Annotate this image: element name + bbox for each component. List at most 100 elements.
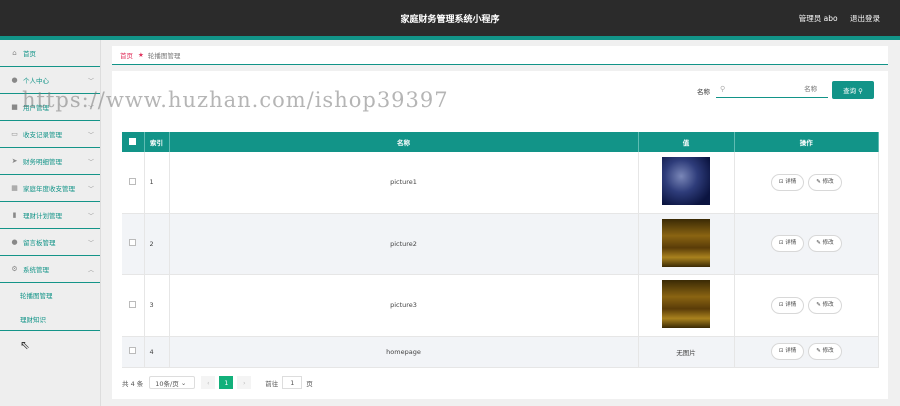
header-value: 值 [638,132,735,152]
sidebar-subitem[interactable]: 轮播图管理 [0,283,100,307]
detail-button[interactable]: ⊡ 详情 [770,173,805,191]
current-user[interactable]: 管理员 abo [799,14,838,23]
sidebar-item-label: 理财计划管理 [23,212,62,220]
search-field: ⚲ [716,81,828,98]
edit-button-label: 修改 [822,348,834,354]
search-label: 名称 [697,88,710,96]
chevron-down-icon: ﹀ [87,77,94,85]
pagination: 共 4 条 10条/页 ⌄ ‹ 1 › 前往 1 页 [122,376,313,389]
logout-link[interactable]: 退出登录 [850,14,880,23]
sidebar-item-label: 家庭年度收支管理 [23,185,75,193]
select-all-header [122,132,145,152]
detail-button-label: 详情 [785,301,797,308]
top-accent-line [0,36,900,40]
cell-value-wrap: 无图片 [638,336,735,368]
page-number[interactable]: 1 [219,376,234,389]
prev-page-button[interactable]: ‹ [201,376,216,389]
header-name: 名称 [169,132,639,152]
location-icon: ● [11,238,18,246]
row-select [122,213,145,275]
edit-button-label: 修改 [822,178,834,185]
sidebar-item[interactable]: ⚙ 系统管理 ︿ [0,256,100,283]
chevron-down-icon: ﹀ [87,239,94,247]
app-title: 家庭财务管理系统小程序 [400,15,500,25]
document-icon: ■ [11,103,18,111]
row-select [122,336,145,368]
cell-value-wrap [638,152,735,214]
page-size-value: 10条/页 [155,379,179,388]
row-checkbox[interactable] [129,347,137,354]
breadcrumb-home[interactable]: 首页 [120,50,133,60]
thumbnail-image [662,157,710,206]
row-checkbox[interactable] [129,239,137,246]
edit-button[interactable]: ✎ 修改 [808,296,842,314]
chevron-down-icon: ﹀ [87,212,94,220]
sidebar-item[interactable]: ● 留言板管理 ﹀ [0,229,100,256]
search-input[interactable] [725,85,818,93]
edit-button[interactable]: ✎ 修改 [808,173,842,191]
page-size-select[interactable]: 10条/页 ⌄ [149,376,196,389]
cell-index: 3 [144,274,170,337]
search-button[interactable]: 查询 ⚲ [832,81,874,99]
total-count: 共 4 条 [122,379,144,388]
goto-label: 前往 [265,379,279,388]
send-icon: ➤ [11,157,18,165]
sidebar-item-label: 留言板管理 [23,239,56,247]
cell-value-wrap [638,213,735,275]
edit-button[interactable]: ✎ 修改 [808,343,842,360]
mouse-cursor-icon: ⇖ [20,338,31,352]
row-select [122,152,145,214]
thumbnail-image [662,280,710,328]
edit-button[interactable]: ✎ 修改 [808,235,842,252]
cell-index: 4 [144,336,170,368]
table-row: 1 picture1 ⊡ 详情 ✎ 修改 [122,152,879,214]
grid-icon: ▦ [11,184,18,192]
sidebar-item[interactable]: ⌂ 首页 [0,40,100,67]
sidebar-item[interactable]: ➤ 财务明细管理 ﹀ [0,148,100,175]
sidebar-item[interactable]: ▦ 家庭年度收支管理 ﹀ [0,175,100,202]
chevron-down-icon: ﹀ [87,158,94,166]
cell-actions: ⊡ 详情 ✎ 修改 [734,274,879,337]
top-right-menu: 管理员 abo 退出登录 [789,13,880,24]
chevron-up-icon: ︿ [87,266,94,274]
next-page-button[interactable]: › [237,376,252,389]
edit-button-label: 修改 [822,240,834,246]
top-bar: 家庭财务管理系统小程序 管理员 abo 退出登录 [0,0,900,36]
cell-name: picture2 [169,213,639,275]
detail-button[interactable]: ⊡ 详情 [770,296,805,314]
sidebar-item[interactable]: ▮ 理财计划管理 ﹀ [0,202,100,229]
row-checkbox[interactable] [129,300,137,308]
cell-value: 无图片 [676,348,696,357]
cell-name: picture1 [169,152,639,214]
table-row: 4 homepage 无图片 ⊡ 详情 ✎ 修改 [122,336,879,368]
breadcrumb: 首页 ★ 轮播图管理 [112,46,888,65]
goto-input[interactable]: 1 [282,376,303,389]
edit-button-label: 修改 [822,301,834,308]
home-icon: ⌂ [12,49,17,57]
sidebar-subitem[interactable]: 理财知识 [0,307,100,331]
detail-button-label: 详情 [785,348,797,354]
goto-suffix: 页 [306,379,313,388]
row-checkbox[interactable] [129,177,137,185]
cell-index: 2 [144,213,170,275]
table-row: 3 picture3 ⊡ 详情 ✎ 修改 [122,274,879,337]
cell-name: picture3 [169,274,639,337]
message-icon: ▭ [11,130,18,138]
table-row: 2 picture2 ⊡ 详情 ✎ 修改 [122,213,879,275]
star-icon: ★ [138,51,144,59]
detail-button[interactable]: ⊡ 详情 [770,235,805,252]
header-index: 索引 [144,132,170,152]
detail-button-label: 详情 [785,240,797,246]
bar-chart-icon: ▮ [12,211,17,219]
main-content: 名称 ⚲ 查询 ⚲ 索引 名称 值 操作 1picture1⊡ 详情✎ 修改2p… [112,71,888,399]
row-select [122,274,145,337]
cell-actions: ⊡ 详情 ✎ 修改 [734,336,879,368]
cell-name: homepage [169,336,639,368]
settings-icon: ⚙ [11,265,18,273]
select-all-checkbox[interactable] [129,137,137,145]
sidebar-item[interactable]: ▭ 收支记录管理 ﹀ [0,121,100,148]
sidebar-item-label: 收支记录管理 [23,131,62,139]
detail-button[interactable]: ⊡ 详情 [770,343,805,360]
sidebar-item-label: 个人中心 [23,77,49,85]
search-button-label: 查询 [843,87,857,95]
